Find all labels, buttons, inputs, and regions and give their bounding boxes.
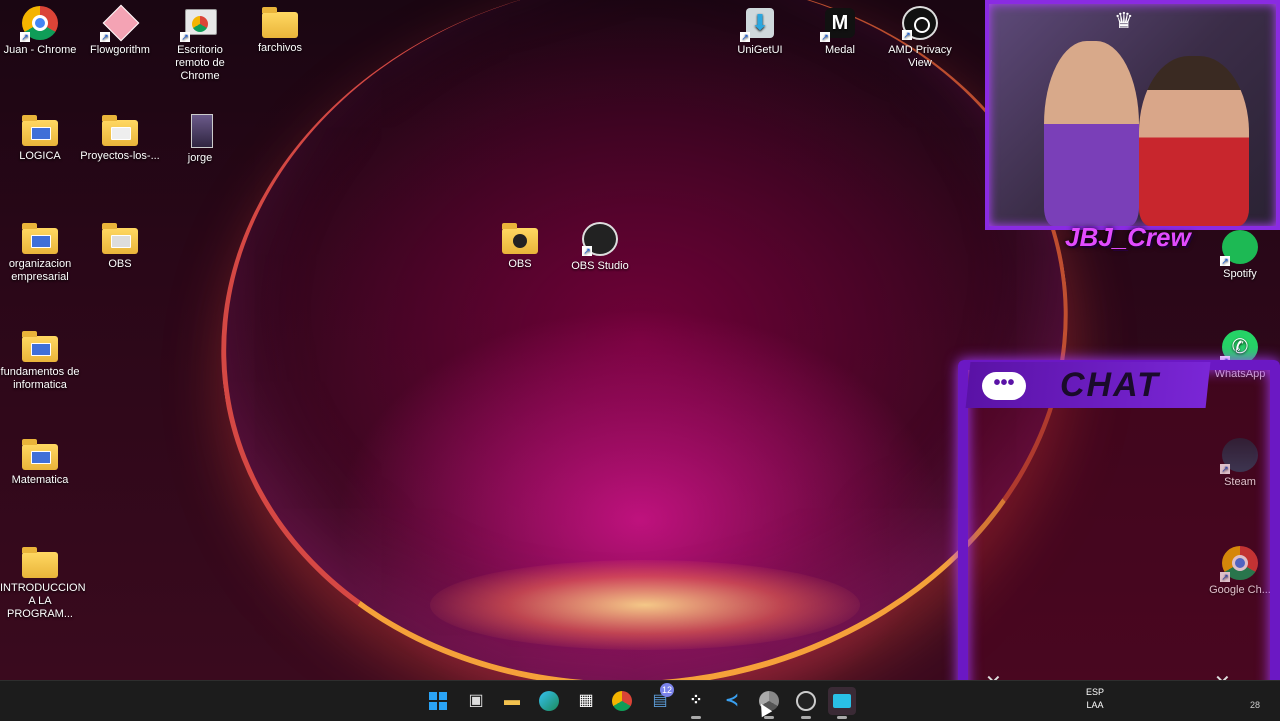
tidal-icon[interactable]: ⁘ — [682, 687, 710, 719]
desktop-icon-introduccion[interactable]: INTRODUCCION A LA PROGRAM... — [0, 542, 86, 621]
desktop-icon-obs-folder-left[interactable]: OBS — [80, 218, 160, 271]
windows-start-icon[interactable] — [424, 687, 452, 715]
icon-label: Proyectos-los-... — [80, 150, 160, 162]
crew-label: JBJ_Crew — [1065, 222, 1191, 252]
image-file-icon — [182, 114, 218, 148]
icon-label: LOGICA — [19, 150, 61, 162]
desktop-icon-chrome-remote[interactable]: ↗ Escritorio remoto de Chrome — [160, 2, 240, 83]
edge-icon[interactable] — [535, 687, 563, 715]
folder-icon — [102, 223, 138, 254]
unigetui-icon: ⬇ ↗ — [740, 6, 778, 42]
desktop-icon-unigetui[interactable]: ⬇ ↗ UniGetUI — [720, 2, 800, 57]
icon-label: Medal — [825, 44, 855, 56]
folder-icon — [22, 223, 58, 254]
amd-privacy-view-icon: ↗ — [902, 6, 938, 40]
folder-icon — [22, 547, 58, 578]
notification-badge: 12 — [660, 683, 674, 697]
desktop-icon-obs-studio[interactable]: ↗ OBS Studio — [560, 218, 640, 273]
folder-icon — [22, 115, 58, 146]
folder-icon — [502, 223, 538, 254]
icon-label: jorge — [187, 152, 213, 164]
icon-label: Flowgorithm — [90, 44, 150, 56]
chat-bubble-icon: ••• — [982, 372, 1026, 400]
task-view-icon[interactable]: ▣ — [462, 687, 490, 715]
language-indicator[interactable]: ESP LAA — [1078, 686, 1112, 712]
icon-label: Spotify — [1223, 268, 1257, 280]
desktop-icon-organizacion[interactable]: organizacion empresarial — [0, 218, 80, 284]
obs-icon[interactable] — [792, 687, 820, 719]
keyboard-layout: LAA — [1086, 700, 1104, 710]
tray-time: 28 — [1250, 700, 1261, 710]
icon-label: Juan - Chrome — [3, 44, 77, 56]
obs-studio-icon: ↗ — [582, 222, 618, 256]
desktop-icon-obs-folder[interactable]: OBS — [480, 218, 560, 271]
folder-icon — [262, 7, 298, 38]
language-code: ESP — [1085, 687, 1104, 697]
desktop-icon-proyectos[interactable]: Proyectos-los-... — [80, 110, 160, 163]
webcam-overlay: ♛ — [985, 0, 1280, 230]
icon-label: AMD Privacy View — [888, 44, 952, 69]
vscode-icon[interactable]: ≺ — [718, 687, 746, 715]
icon-label: fundamentos de informatica — [0, 366, 80, 391]
crown-icon: ♛ — [1114, 8, 1134, 33]
wallpaper-glow — [430, 560, 860, 650]
chat-frame — [958, 360, 1280, 680]
icon-label: farchivos — [257, 42, 303, 54]
desktop-icon-jorge[interactable]: jorge — [160, 110, 240, 165]
icon-label: INTRODUCCION A LA PROGRAM... — [0, 582, 86, 620]
desktop-icon-spotify[interactable]: ↗ Spotify — [1200, 226, 1280, 281]
desktop-icon-fundamentos[interactable]: fundamentos de informatica — [0, 326, 80, 392]
folder-icon — [22, 331, 58, 362]
folder-icon — [22, 439, 58, 470]
icon-label: OBS Studio — [571, 260, 629, 272]
medal-icon: M ↗ — [820, 6, 858, 42]
desktop-icon-medal[interactable]: M ↗ Medal — [800, 2, 880, 57]
desktop-icon-flowgorithm[interactable]: ↗ Flowgorithm — [80, 2, 160, 57]
desktop: ↗ Juan - Chrome ↗ Flowgorithm ↗ Escritor… — [0, 0, 1280, 680]
chrome-profile-icon: ↗ — [20, 6, 58, 42]
icon-label: OBS — [508, 258, 532, 270]
decor-cross-icon: ✕ — [1214, 670, 1231, 680]
desktop-icon-logica[interactable]: LOGICA — [0, 110, 80, 163]
store-icon[interactable]: ▦ — [572, 687, 600, 715]
streamer-left — [1044, 41, 1139, 226]
desktop-icon-amd-privacy[interactable]: ↗ AMD Privacy View — [880, 2, 960, 70]
icon-label: OBS — [108, 258, 132, 270]
app-icon[interactable] — [828, 687, 856, 719]
decor-cross-icon: ✕ — [985, 670, 1002, 680]
teams-icon[interactable]: ▤ 12 — [646, 683, 674, 715]
whatsapp-icon: ✆ ↗ — [1220, 330, 1258, 366]
file-explorer-icon[interactable]: ▬ — [498, 687, 526, 715]
icon-label: Matematica — [11, 474, 69, 486]
desktop-icon-matematica[interactable]: Matematica — [0, 434, 80, 487]
chrome-icon[interactable] — [608, 687, 636, 715]
spotify-icon: ↗ — [1220, 230, 1258, 266]
chrome-remote-desktop-icon: ↗ — [180, 6, 218, 42]
desktop-icon-farchivos[interactable]: farchivos — [240, 2, 320, 55]
icon-label: Escritorio remoto de Chrome — [175, 44, 225, 82]
folder-icon — [102, 115, 138, 146]
chat-title: CHAT — [1060, 366, 1160, 404]
icon-label: UniGetUI — [737, 44, 783, 56]
flowgorithm-icon: ↗ — [100, 4, 140, 42]
desktop-icon-juan-chrome[interactable]: ↗ Juan - Chrome — [0, 2, 80, 57]
streamer-right — [1139, 56, 1249, 226]
icon-label: organizacion empresarial — [8, 258, 72, 283]
